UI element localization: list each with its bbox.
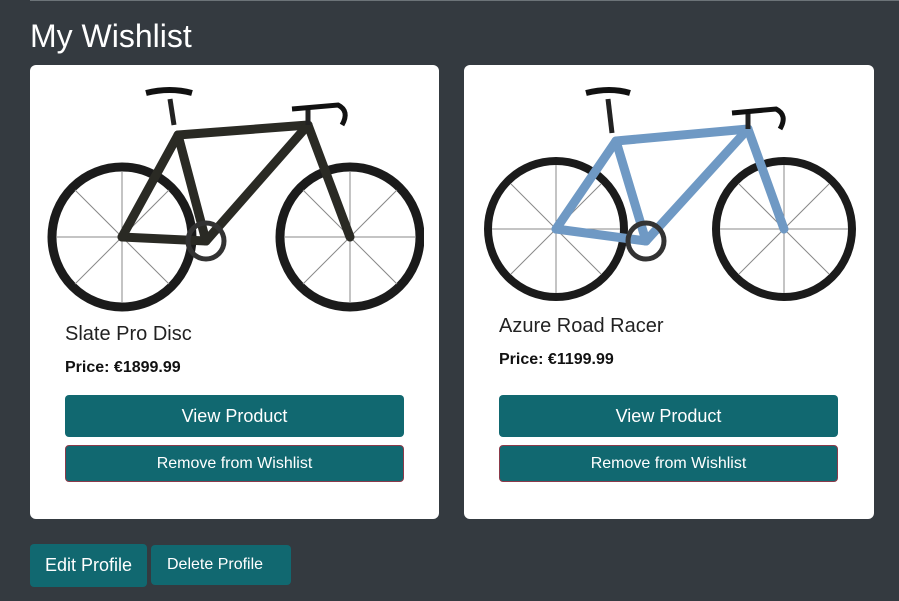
product-price: Price: €1899.99	[65, 359, 181, 376]
wishlist-card: Azure Road Racer Price: €1199.99 View Pr…	[464, 65, 874, 519]
remove-from-wishlist-button[interactable]: Remove from Wishlist	[499, 445, 838, 482]
remove-from-wishlist-button[interactable]: Remove from Wishlist	[65, 445, 404, 482]
edit-profile-button[interactable]: Edit Profile	[30, 544, 147, 587]
product-name: Slate Pro Disc	[65, 323, 192, 345]
product-price: Price: €1199.99	[499, 351, 614, 368]
delete-profile-button[interactable]: Delete Profile	[151, 545, 291, 585]
blue-road-bike-image	[484, 87, 856, 301]
product-name: Azure Road Racer	[499, 315, 664, 337]
black-road-bike-image	[47, 87, 424, 312]
top-divider	[30, 0, 899, 1]
wishlist-card: Slate Pro Disc Price: €1899.99 View Prod…	[30, 65, 439, 519]
view-product-button[interactable]: View Product	[499, 395, 838, 437]
view-product-button[interactable]: View Product	[65, 395, 404, 437]
page-title: My Wishlist	[30, 18, 192, 54]
